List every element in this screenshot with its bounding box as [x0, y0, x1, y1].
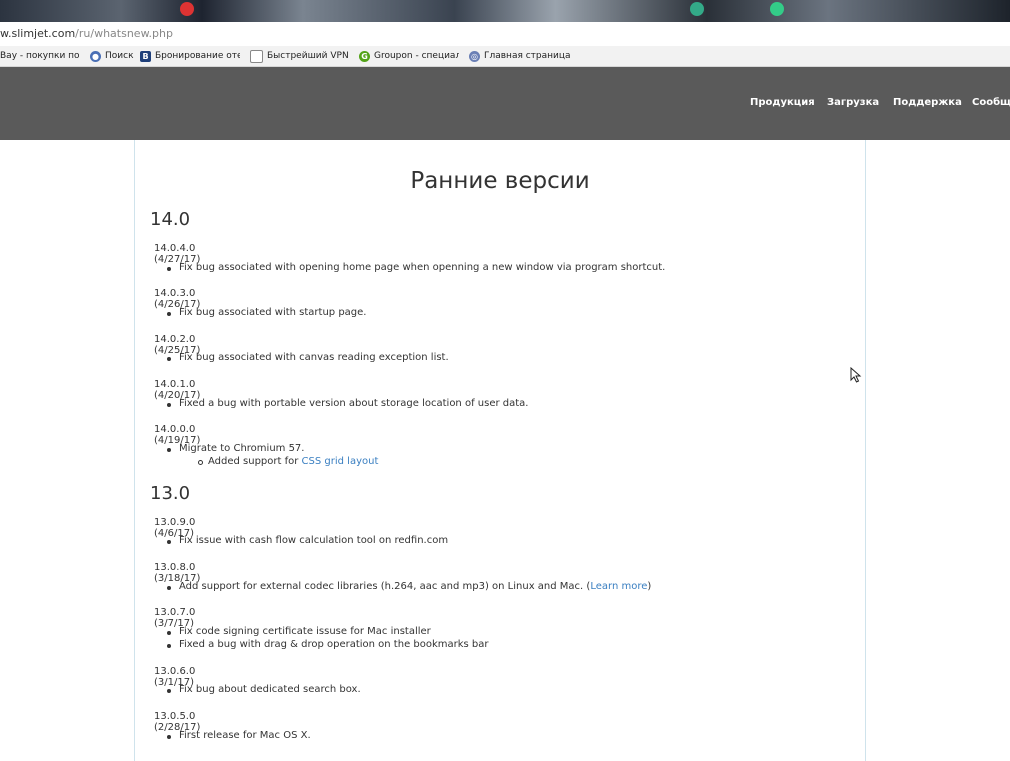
release-note: First release for Mac OS X.: [167, 730, 311, 741]
subnote-text: Added support for: [208, 456, 302, 467]
bookmark-label: Groupon - специальн: [374, 51, 459, 61]
bookmarks-bar: Bay - покупки по ск ● Поиск B Бронирован…: [0, 46, 1010, 67]
bookmark-slimjet-home[interactable]: ◎ Главная страница Sli: [469, 49, 571, 63]
bookmark-label: Bay - покупки по ск: [0, 51, 82, 61]
note-text: ): [647, 581, 652, 592]
site-header: Продукция Загрузка Поддержка Сообщ: [0, 67, 1010, 140]
search-icon: ●: [90, 50, 101, 62]
release-note: Add support for external codec libraries…: [166, 581, 652, 592]
desktop-icon: [770, 2, 784, 16]
bookmark-ebay[interactable]: Bay - покупки по ск: [0, 49, 82, 63]
page-icon: [250, 49, 263, 63]
release-note: Fix bug associated with startup page.: [167, 307, 367, 318]
page-title: Ранние версии: [410, 168, 590, 194]
changelog-panel: Ранние версии 14.0 14.0.4.0 (4/27/17) Fi…: [134, 140, 866, 761]
address-bar[interactable]: w.slimjet.com/ru/whatsnew.php: [0, 22, 1010, 47]
css-grid-layout-link[interactable]: CSS grid layout: [302, 456, 379, 467]
release-note: Fixed a bug with portable version about …: [166, 398, 529, 409]
globe-icon: ◎: [469, 50, 480, 62]
release-note: Fixed a bug with drag & drop operation o…: [167, 639, 489, 650]
address-url[interactable]: w.slimjet.com/ru/whatsnew.php: [0, 27, 173, 40]
note-text: Add support for external codec libraries…: [179, 581, 591, 592]
release-note: Fix code signing certificate issuse for …: [167, 626, 431, 637]
release-subnote: Added support for CSS grid layout: [197, 456, 379, 467]
bookmark-label: Быстрейший VPN в м: [267, 51, 350, 61]
major-version-heading: 13.0: [150, 483, 191, 504]
bookmark-groupon[interactable]: G Groupon - специальн: [359, 49, 459, 63]
nav-support[interactable]: Поддержка: [893, 97, 962, 108]
nav-community[interactable]: Сообщ: [972, 97, 1010, 108]
release-note: Fix bug about dedicated search box.: [167, 684, 361, 695]
release-note: Migrate to Chromium 57.: [166, 443, 305, 454]
booking-icon: B: [140, 50, 151, 62]
release-note: Fix issue with cash flow calculation too…: [166, 535, 449, 546]
bookmark-label: Главная страница Sli: [484, 51, 571, 61]
desktop-background-strip: [0, 0, 1010, 22]
release-note: Fix bug associated with opening home pag…: [166, 262, 666, 273]
desktop-icon: [690, 2, 704, 16]
bookmark-search[interactable]: ● Поиск: [90, 49, 135, 63]
bookmark-label: Бронирование отелє: [155, 51, 240, 61]
desktop-icon: [180, 2, 194, 16]
nav-products[interactable]: Продукция: [750, 97, 815, 108]
major-version-heading: 14.0: [150, 209, 191, 230]
bookmark-vpn[interactable]: Быстрейший VPN в м: [250, 49, 350, 63]
bookmark-booking[interactable]: B Бронирование отелє: [140, 49, 240, 63]
bookmark-label: Поиск: [105, 51, 134, 61]
learn-more-link[interactable]: Learn more: [590, 581, 647, 592]
nav-download[interactable]: Загрузка: [827, 97, 879, 108]
release-note: Fix bug associated with canvas reading e…: [167, 352, 449, 363]
mouse-cursor-icon: [850, 367, 862, 383]
groupon-icon: G: [359, 50, 370, 62]
